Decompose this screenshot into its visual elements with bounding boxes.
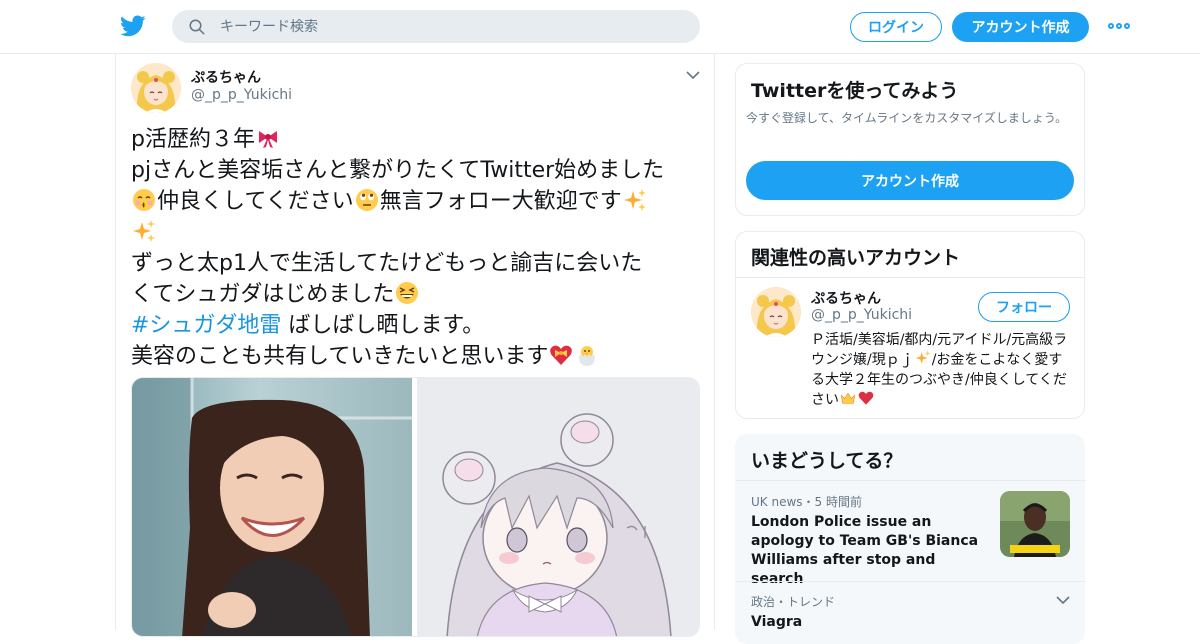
- follow-button[interactable]: フォロー: [978, 292, 1070, 322]
- twitter-bird-icon[interactable]: [120, 13, 146, 39]
- avatar[interactable]: [751, 287, 801, 337]
- signup-button[interactable]: アカウント作成: [952, 12, 1089, 42]
- related-accounts-title: 関連性の高いアカウント: [751, 247, 961, 269]
- illustration-anime-girl[interactable]: [417, 378, 700, 637]
- hatching-chick-emoji: [579, 346, 596, 366]
- top-navigation-bar: ログイン アカウント作成: [0, 0, 1200, 54]
- heart-emoji: [858, 391, 874, 405]
- trend-title[interactable]: Viagra: [751, 613, 991, 632]
- hashtag-link[interactable]: #シュガダ地雷: [131, 313, 281, 338]
- search-icon: [189, 19, 205, 34]
- related-accounts-card: 関連性の高いアカウント ぷるちゃん @_p_p_Yukichi フォロー Ｐ活垢…: [735, 231, 1085, 419]
- divider: [736, 277, 1084, 278]
- tweet-text-line: くてシュガダはじめました: [131, 282, 395, 307]
- trend-title[interactable]: London Police issue an apology to Team G…: [751, 513, 991, 589]
- divider: [736, 581, 1086, 582]
- sparkles-emoji: [133, 220, 155, 242]
- tweet-text: p活歴約３年 pjさんと美容垢さんと繋がりたくてTwitter始めました 仲良く…: [131, 124, 706, 372]
- login-button[interactable]: ログイン: [850, 12, 942, 42]
- chevron-down-icon[interactable]: [686, 70, 700, 80]
- signup-card-button[interactable]: アカウント作成: [746, 161, 1074, 200]
- tweet-text-line: 無言フォロー大歓迎です: [379, 189, 622, 214]
- tweet-text-line: pjさんと美容垢さんと繋がりたくてTwitter始めました: [131, 158, 665, 183]
- more-dots-icon[interactable]: [1108, 20, 1130, 32]
- tweet-text-line: p活歴約３年: [131, 127, 255, 152]
- trends-title: いまどうしてる？: [751, 450, 903, 472]
- tweet-media[interactable]: [131, 377, 700, 637]
- tweet-panel: ぷるちゃん @_p_p_Yukichi p活歴約３年 pjさんと美容垢さんと繋が…: [115, 54, 715, 637]
- avatar[interactable]: [131, 63, 181, 113]
- trend-meta: 政治・トレンド: [751, 595, 836, 609]
- search-bar[interactable]: [172, 10, 700, 43]
- sparkles-emoji: [623, 189, 646, 211]
- trends-card: いまどうしてる？ UK news・5 時間前 London Police iss…: [735, 434, 1086, 644]
- trend-meta: UK news・5 時間前: [751, 495, 862, 509]
- tweet-handle[interactable]: @_p_p_Yukichi: [191, 87, 292, 103]
- ribbon-emoji: [258, 131, 277, 148]
- trend-item[interactable]: UK news・5 時間前 London Police issue an apo…: [736, 481, 1086, 587]
- heart-with-ribbon-emoji: [550, 345, 573, 365]
- signup-card-description: 今すぐ登録して、タイムラインをカスタマイズしましょう。: [746, 111, 1068, 125]
- trend-thumbnail[interactable]: [1000, 491, 1070, 557]
- kissing-face-emoji: [133, 189, 155, 211]
- tweet-text-line: ばしばし晒します。: [281, 313, 485, 338]
- signup-card: Twitterを使ってみよう 今すぐ登録して、タイムラインをカスタマイズしましょ…: [735, 63, 1085, 216]
- crown-emoji: [840, 392, 856, 404]
- photo-smiling-woman[interactable]: [132, 378, 415, 637]
- tweet-text-line: 美容のことも共有していきたいと思います: [131, 344, 549, 369]
- tweet-display-name[interactable]: ぷるちゃん: [191, 67, 261, 87]
- related-account-bio: Ｐ活垢/美容垢/都内/元アイドル/元高級ラウンジ嬢/現ｐｊ/お金をこよなく愛する…: [811, 330, 1071, 410]
- tweet-text-line: 仲良くしてください: [157, 189, 354, 214]
- face-with-rolling-eyes-emoji: [355, 189, 378, 211]
- sparkles-emoji: [915, 350, 931, 364]
- signup-card-title: Twitterを使ってみよう: [751, 80, 959, 102]
- related-account-name[interactable]: ぷるちゃん: [811, 288, 881, 308]
- search-input[interactable]: [220, 18, 680, 35]
- related-account-handle[interactable]: @_p_p_Yukichi: [811, 307, 912, 323]
- tweet-text-line: ずっと太p1人で生活してたけどもっと諭吉に会いた: [131, 251, 643, 276]
- chevron-down-icon[interactable]: [1056, 595, 1070, 605]
- grinning-squinting-face-emoji: [396, 282, 419, 304]
